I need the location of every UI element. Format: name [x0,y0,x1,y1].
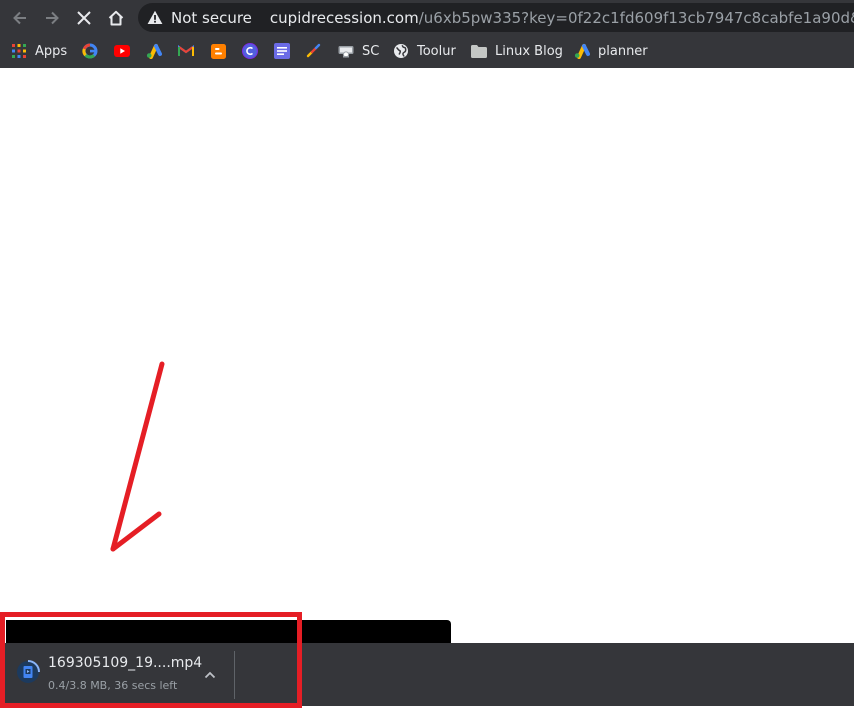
highlight-box [0,612,302,708]
annotation-arrow [110,361,165,552]
